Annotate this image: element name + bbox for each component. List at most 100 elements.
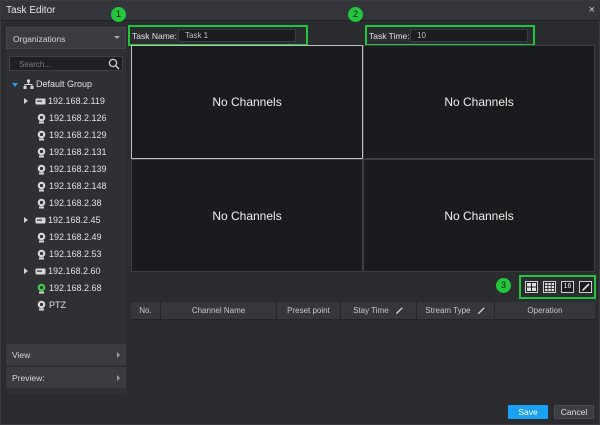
camera-icon (37, 198, 46, 209)
camera-icon (37, 147, 46, 158)
collapsed-arrow-icon[interactable] (24, 98, 28, 104)
tree-node-label: 192.168.2.139 (49, 164, 107, 174)
camera-icon (37, 249, 46, 260)
tree-node-label: PTZ (49, 300, 66, 310)
no-channels-text: No Channels (212, 95, 282, 109)
tree-node-label: 192.168.2.119 (48, 96, 105, 106)
window-title: Task Editor (6, 5, 56, 16)
no-channels-text: No Channels (444, 95, 514, 109)
column-no: No. (131, 302, 161, 320)
camera-icon (37, 232, 46, 243)
camera-icon-green (37, 283, 46, 294)
tree-device-node[interactable]: 192.168.2.119 (6, 95, 126, 109)
task-name-group: Task Name: Task 1 (128, 25, 308, 46)
tree-device-node[interactable]: 192.168.2.60 (6, 265, 126, 279)
channel-table: No. Channel Name Preset point Stay Time … (131, 302, 595, 394)
callout-badge-2: 2 (348, 7, 363, 22)
tree-channel-node[interactable]: 192.168.2.38 (6, 197, 126, 211)
task-name-input[interactable]: Task 1 (178, 29, 296, 42)
channel-cell[interactable]: No Channels (131, 45, 363, 159)
tree-channel-node[interactable]: 192.168.2.49 (6, 231, 126, 245)
tree-node-label: 192.168.2.45 (48, 215, 101, 225)
no-channels-text: No Channels (444, 208, 514, 223)
collapsed-arrow-icon[interactable] (24, 268, 28, 274)
layout-3x3-icon[interactable] (543, 281, 556, 293)
tree-node-label: 192.168.2.126 (49, 113, 107, 123)
tree-channel-node[interactable]: 192.168.2.53 (6, 248, 126, 262)
cancel-button[interactable]: Cancel (554, 405, 594, 419)
chevron-right-icon (117, 375, 120, 381)
camera-icon (37, 164, 46, 175)
task-time-input[interactable]: 10 (410, 29, 528, 42)
tree-channel-node[interactable]: 192.168.2.139 (6, 163, 126, 177)
tree-device-node[interactable]: 192.168.2.45 (6, 214, 126, 228)
channel-grid: No Channels No Channels No Channels No C… (131, 45, 595, 272)
edit-layout-icon[interactable] (579, 281, 592, 293)
column-stay-time[interactable]: Stay Time (341, 302, 417, 320)
tree-node-label: Default Group (36, 79, 93, 89)
channel-cell[interactable]: No Channels (363, 45, 595, 159)
task-time-label: Task Time: (369, 31, 410, 41)
tree-node-label: 192.168.2.60 (48, 266, 101, 276)
tree-node-label: 192.168.2.131 (49, 147, 107, 157)
tree-node-label: 192.168.2.129 (49, 130, 107, 140)
tree-channel-node[interactable]: PTZ (6, 299, 126, 313)
tree-channel-node[interactable]: 192.168.2.129 (6, 129, 126, 143)
tree-group-node[interactable]: Default Group (6, 78, 126, 92)
preview-section[interactable]: Preview: (6, 366, 126, 388)
collapsed-arrow-icon[interactable] (24, 217, 28, 223)
column-channel-name: Channel Name (161, 302, 277, 320)
column-stream-type[interactable]: Stream Type (417, 302, 495, 320)
nvr-icon (35, 98, 46, 105)
close-icon[interactable]: × (589, 4, 595, 16)
organizations-label: Organizations (13, 34, 66, 44)
pencil-icon[interactable] (395, 306, 404, 315)
search-input[interactable]: Search... (9, 56, 123, 71)
view-section[interactable]: View (6, 343, 126, 365)
callout-badge-3: 3 (496, 278, 511, 293)
tree-node-label: 192.168.2.38 (49, 198, 102, 208)
layout-16-button[interactable]: 16 (561, 281, 574, 293)
task-name-label: Task Name: (132, 31, 177, 41)
tree-node-label: 192.168.2.49 (49, 232, 102, 242)
pencil-icon[interactable] (477, 306, 486, 315)
expanded-arrow-icon[interactable] (12, 83, 18, 87)
save-button[interactable]: Save (508, 405, 548, 419)
ptz-icon (37, 300, 46, 311)
view-label: View (12, 350, 31, 360)
camera-icon (37, 130, 46, 141)
channel-cell[interactable]: No Channels (363, 159, 595, 272)
nvr-icon (35, 268, 46, 275)
column-operation: Operation (527, 306, 563, 315)
tree-channel-node[interactable]: 192.168.2.126 (6, 112, 126, 126)
table-header: No. Channel Name Preset point Stay Time … (131, 302, 595, 320)
preview-label: Preview: (12, 373, 45, 383)
task-editor-window: Task Editor × Organizations Search... De… (0, 0, 600, 425)
tree-node-label: 192.168.2.53 (49, 249, 102, 259)
left-panel: Organizations Search... Default Group 192… (6, 27, 126, 394)
column-preset-point: Preset point (277, 302, 341, 320)
camera-icon (37, 181, 46, 192)
layout-toolbar: 16 (519, 275, 596, 299)
chevron-right-icon (117, 352, 120, 358)
tree-channel-node[interactable]: 192.168.2.148 (6, 180, 126, 194)
channel-cell[interactable]: No Channels (131, 159, 363, 272)
organizations-dropdown[interactable]: Organizations (6, 27, 126, 49)
callout-badge-1: 1 (111, 7, 126, 22)
chevron-down-icon (114, 36, 120, 39)
tree-channel-node[interactable]: 192.168.2.68 (6, 282, 126, 296)
title-bar: Task Editor × (1, 1, 600, 21)
nvr-icon (35, 217, 46, 224)
stream-type-label: Stream Type (425, 306, 471, 315)
layout-2x2-icon[interactable] (525, 281, 538, 293)
task-time-group: Task Time: 10 (365, 25, 535, 46)
tree-node-label: 192.168.2.148 (49, 181, 107, 191)
group-icon (23, 79, 34, 89)
tree-channel-node[interactable]: 192.168.2.131 (6, 146, 126, 160)
stay-time-label: Stay Time (353, 306, 389, 315)
search-icon[interactable] (108, 58, 120, 70)
camera-icon (37, 113, 46, 124)
tree-node-label: 192.168.2.68 (49, 283, 102, 293)
search-placeholder: Search... (19, 60, 52, 69)
no-channels-text: No Channels (212, 208, 282, 223)
